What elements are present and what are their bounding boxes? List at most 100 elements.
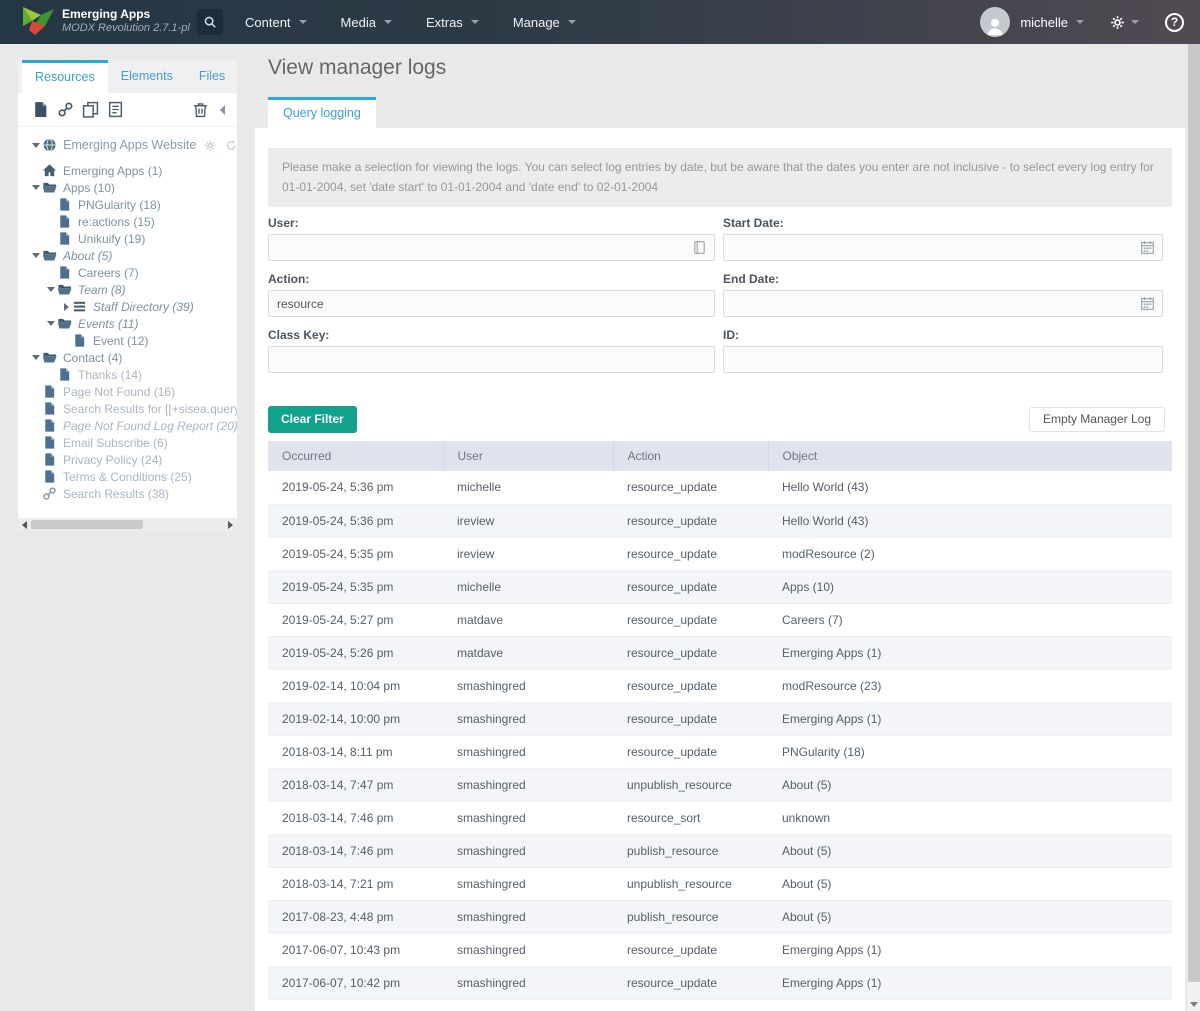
tab-elements[interactable]: Elements [108, 60, 186, 93]
tree-item[interactable]: Event (12) [18, 332, 237, 349]
scroll-left-icon[interactable] [22, 520, 27, 529]
column-header-object[interactable]: Object [768, 441, 1172, 471]
doc-icon [57, 367, 72, 382]
tree-item[interactable]: Emerging Apps (1) [18, 162, 237, 179]
tree-item-label: re:actions (15) [78, 214, 155, 229]
table-cell: 2019-05-24, 5:27 pm [268, 603, 443, 637]
table-cell: resource_update [613, 966, 768, 1000]
calendar-icon[interactable] [1140, 240, 1155, 255]
id-field: ID: [723, 328, 1163, 373]
tree-item-label: Thanks (14) [78, 367, 143, 382]
scroll-down-icon[interactable] [1190, 1002, 1198, 1007]
column-header-occurred[interactable]: Occurred [268, 441, 444, 471]
table-cell: modResource (2) [768, 537, 1172, 571]
tree-item[interactable]: Privacy Policy (24) [18, 451, 237, 468]
startdate-input[interactable] [723, 234, 1163, 261]
table-cell: smashingred [443, 735, 613, 769]
search-button[interactable] [197, 9, 223, 35]
tab-resources[interactable]: Resources [22, 60, 108, 93]
sidebar: Resources Elements Files Emerging Apps Web… [18, 60, 237, 531]
table-cell: Hello World (43) [768, 504, 1172, 538]
tree-item[interactable]: Page Not Found (16) [18, 383, 237, 400]
nav-manage[interactable]: Manage [496, 0, 593, 44]
caret-down-icon[interactable] [30, 185, 42, 190]
tree-item[interactable]: Careers (7) [18, 264, 237, 281]
table-row: 2018-03-14, 7:46 pm smashingred publish_re… [268, 834, 1172, 868]
nav-media[interactable]: Media [324, 0, 409, 44]
doc-icon [42, 418, 57, 433]
scroll-right-icon[interactable] [228, 520, 233, 529]
tree-item[interactable]: Search Results (38) [18, 485, 237, 502]
doc-icon [57, 197, 72, 212]
caret-down-icon[interactable] [30, 355, 42, 360]
empty-manager-log-button[interactable]: Empty Manager Log [1028, 407, 1165, 432]
tab-files[interactable]: Files [186, 60, 238, 93]
user-book-icon[interactable] [692, 240, 707, 255]
table-row: 2018-03-14, 8:11 pm smashingred resource_u… [268, 735, 1172, 769]
column-header-action[interactable]: Action [613, 441, 769, 471]
tree-item[interactable]: Thanks (14) [18, 366, 237, 383]
table-cell: unpublish_resource [613, 768, 768, 802]
table-row: 2017-06-07, 10:43 pm smashingred resource_… [268, 933, 1172, 967]
scrollbar-thumb[interactable] [1188, 44, 1200, 982]
column-header-user[interactable]: User [443, 441, 614, 471]
gear-icon[interactable] [1110, 15, 1125, 30]
tree-item[interactable]: Terms & Conditions (25) [18, 468, 237, 485]
scroll-thumb[interactable] [31, 520, 143, 529]
table-cell: 2019-02-14, 10:04 pm [268, 669, 443, 703]
weblink-icon[interactable] [57, 101, 74, 118]
tree-item[interactable]: Apps (10) [18, 179, 237, 196]
action-input[interactable] [268, 290, 715, 317]
table-row: 2019-05-24, 5:36 pm michelle resource_upda… [268, 471, 1172, 505]
help-icon[interactable]: ? [1165, 12, 1184, 32]
static-resource-icon[interactable] [107, 101, 124, 118]
table-row: 2017-08-23, 4:48 pm smashingred publish_re… [268, 900, 1172, 934]
caret-down-icon[interactable] [30, 253, 42, 258]
username[interactable]: michelle [1020, 15, 1068, 30]
tree-item[interactable]: re:actions (15) [18, 213, 237, 230]
caret-down-icon[interactable] [45, 287, 57, 292]
tree-refresh-icon[interactable] [225, 139, 237, 152]
user-label: User: [268, 216, 299, 230]
tree-item[interactable]: Email Subscribe (6) [18, 434, 237, 451]
avatar[interactable] [980, 7, 1011, 37]
enddate-input[interactable] [723, 290, 1163, 317]
caret-right-icon[interactable] [60, 302, 72, 311]
calendar-icon[interactable] [1140, 296, 1155, 311]
tree-item[interactable]: Search Results for [[+sisea.query]] ( [18, 400, 237, 417]
table-cell: Apps (10) [768, 570, 1172, 604]
tab-query-logging[interactable]: Query logging [268, 97, 376, 128]
modx-logo[interactable] [20, 6, 56, 38]
tree-hscrollbar[interactable] [18, 518, 237, 531]
tree-item[interactable]: Unikuify (19) [18, 230, 237, 247]
action-field: Action: [268, 272, 715, 317]
tree-item[interactable]: Team (8) [18, 281, 237, 298]
caret-down-icon[interactable] [45, 321, 57, 326]
user-input[interactable] [268, 234, 715, 261]
tree-item[interactable]: Page Not Found Log Report (20) [18, 417, 237, 434]
chevron-down-icon [1076, 20, 1084, 24]
duplicate-icon[interactable] [82, 101, 99, 118]
tree-item[interactable]: Contact (4) [18, 349, 237, 366]
tree-item-label: Careers (7) [78, 265, 139, 280]
tree-item[interactable]: Events (11) [18, 315, 237, 332]
collapse-sidebar-icon[interactable] [220, 104, 225, 115]
clear-filter-button[interactable]: Clear Filter [268, 406, 357, 433]
nav-content[interactable]: Content [228, 0, 324, 44]
tree-root[interactable]: Emerging Apps Website [18, 133, 237, 157]
classkey-input[interactable] [268, 346, 715, 373]
startdate-field: Start Date: [723, 216, 1163, 261]
tree-item[interactable]: PNGularity (18) [18, 196, 237, 213]
window-scrollbar[interactable] [1188, 44, 1200, 1011]
tree-item[interactable]: Staff Directory (39) [18, 298, 237, 315]
trash-icon[interactable] [192, 101, 209, 118]
tree-settings-gear-icon[interactable] [204, 139, 216, 152]
new-document-icon[interactable] [32, 101, 49, 118]
tree-item[interactable]: About (5) [18, 247, 237, 264]
nav-extras[interactable]: Extras [409, 0, 496, 44]
table-cell: ireview [443, 504, 613, 538]
nav-label: Manage [512, 14, 560, 30]
id-input[interactable] [723, 346, 1163, 373]
table-cell: 2017-06-07, 10:43 pm [268, 933, 443, 967]
caret-down-icon[interactable] [30, 142, 42, 148]
